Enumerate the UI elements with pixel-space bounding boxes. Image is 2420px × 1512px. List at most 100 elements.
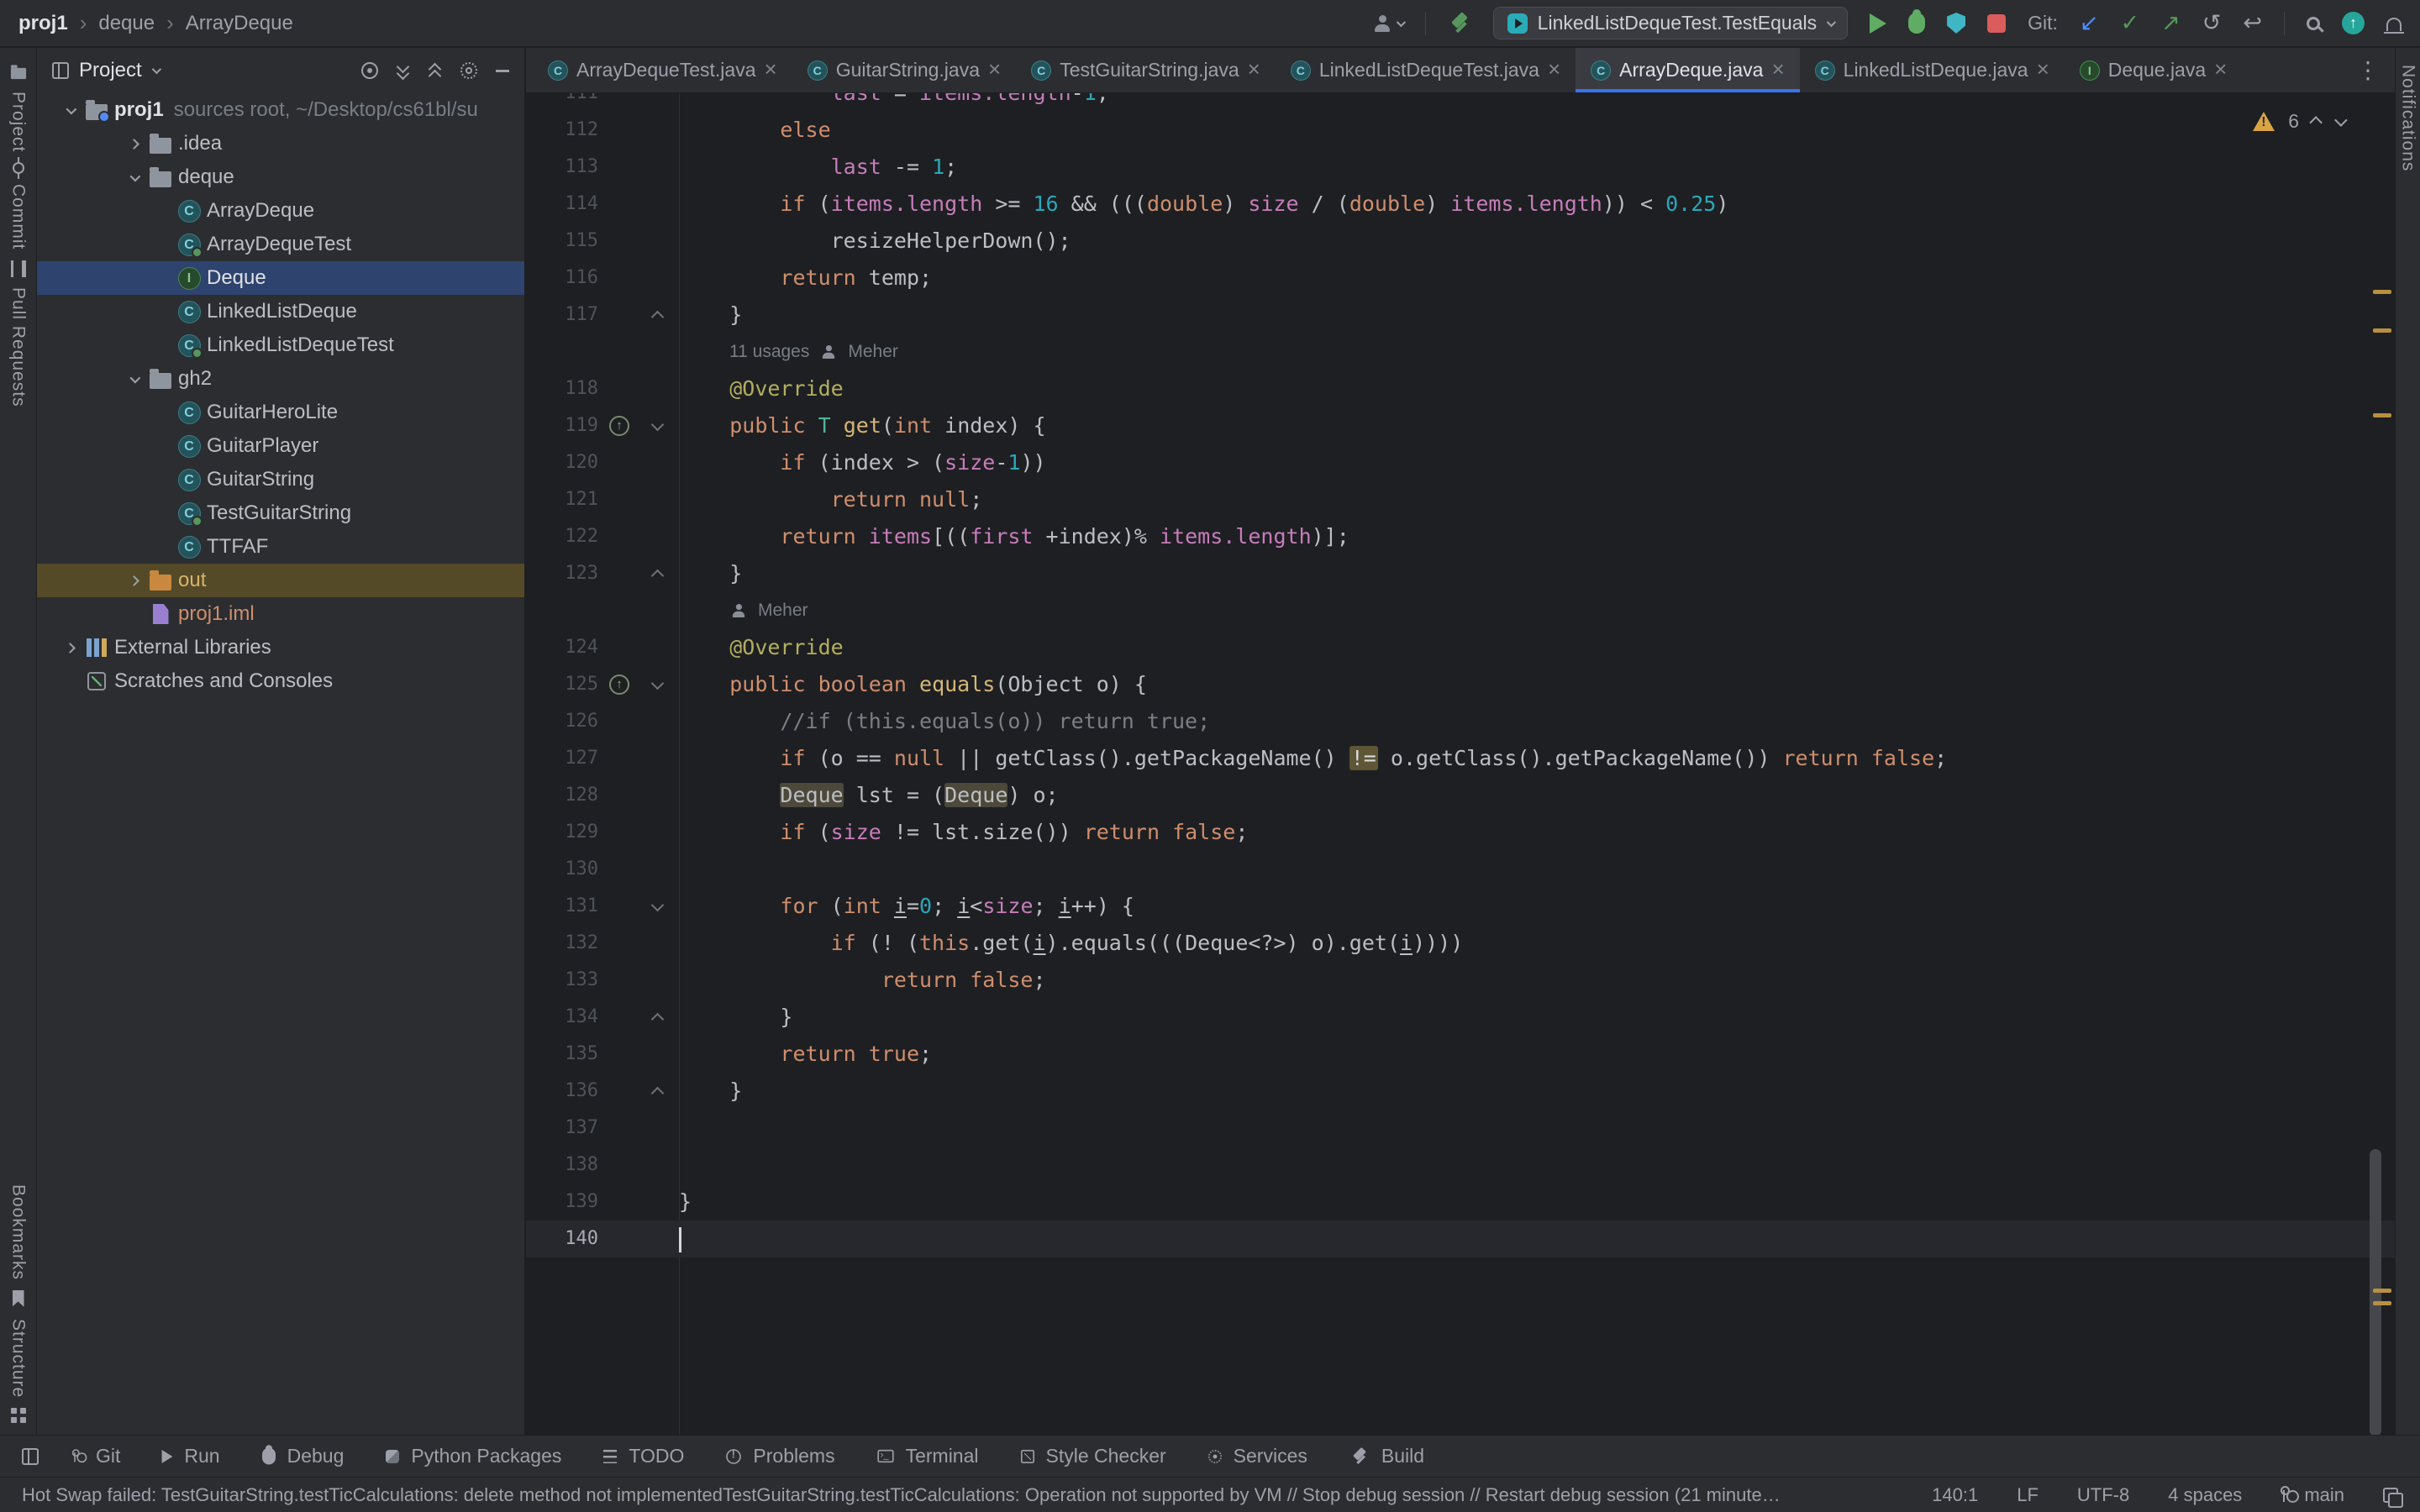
toolwindow-button-style-checker[interactable]: Style Checker	[999, 1436, 1186, 1477]
line-number[interactable]: 134	[526, 999, 598, 1036]
code-line[interactable]: 130	[526, 851, 2395, 888]
vcs-push-icon[interactable]	[2161, 12, 2181, 34]
code-line[interactable]: 116 return temp;	[526, 260, 2395, 297]
overrides-method-icon[interactable]	[609, 675, 629, 695]
line-number[interactable]: 112	[526, 112, 598, 149]
fold-open-icon[interactable]	[650, 898, 664, 911]
line-number[interactable]: 119	[526, 407, 598, 444]
warning-stripe-mark[interactable]	[2373, 1301, 2391, 1305]
warning-stripe-mark[interactable]	[2373, 328, 2391, 333]
tree-item-ttfaf[interactable]: CTTFAF	[37, 530, 524, 564]
fold-close-icon[interactable]	[650, 569, 664, 582]
breadcrumb-item[interactable]: proj1	[18, 12, 68, 35]
search-icon[interactable]	[2307, 17, 2320, 30]
git-branch-widget[interactable]: main	[2281, 1484, 2344, 1506]
tab-arraydequetest-java[interactable]: CArrayDequeTest.java	[533, 48, 792, 92]
line-number[interactable]: 121	[526, 481, 598, 518]
line-number[interactable]: 125	[526, 666, 598, 703]
code-line[interactable]: 111 last = items.length-1;	[526, 93, 2395, 112]
tree-chevron-icon[interactable]	[121, 174, 146, 181]
code-line[interactable]: 119 public T get(int index) {	[526, 407, 2395, 444]
hide-icon[interactable]	[496, 70, 509, 72]
code-line[interactable]: 132 if (! (this.get(i).equals(((Deque<?>…	[526, 925, 2395, 962]
toolwindow-button-services[interactable]: Services	[1186, 1436, 1328, 1477]
toolwindow-button-problems[interactable]: Problems	[704, 1436, 855, 1477]
code-line[interactable]: 136 }	[526, 1073, 2395, 1110]
code-line[interactable]: 115 resizeHelperDown();	[526, 223, 2395, 260]
toolwindow-button-todo[interactable]: TODO	[581, 1436, 704, 1477]
line-number[interactable]: 117	[526, 297, 598, 333]
line-number[interactable]: 123	[526, 555, 598, 592]
fold-close-icon[interactable]	[650, 1086, 664, 1100]
breadcrumb-item[interactable]: deque	[98, 12, 155, 35]
close-icon[interactable]	[988, 59, 1001, 81]
stripe-button-pull-requests[interactable]: Pull Requests	[8, 260, 29, 407]
tab-linkedlistdeque-java[interactable]: CLinkedListDeque.java	[1800, 48, 2065, 92]
line-number[interactable]: 129	[526, 814, 598, 851]
toolwindow-button-run[interactable]: Run	[140, 1436, 239, 1477]
run-configuration-selector[interactable]: LinkedListDequeTest.TestEquals	[1493, 7, 1848, 39]
chevron-down-icon[interactable]	[151, 65, 160, 74]
line-number[interactable]: 140	[526, 1221, 598, 1257]
expand-all-icon[interactable]	[397, 62, 410, 79]
code-line[interactable]: 125 public boolean equals(Object o) {	[526, 666, 2395, 703]
caret-position-widget[interactable]: 140:1	[1932, 1484, 1978, 1506]
tab-testguitarstring-java[interactable]: CTestGuitarString.java	[1016, 48, 1276, 92]
line-number[interactable]: 127	[526, 740, 598, 777]
line-number[interactable]: 118	[526, 370, 598, 407]
vcs-update-icon[interactable]	[2080, 12, 2099, 34]
code-line[interactable]: 122 return items[((first +index)% items.…	[526, 518, 2395, 555]
gear-icon[interactable]	[460, 62, 477, 79]
fold-open-icon[interactable]	[650, 676, 664, 690]
line-number[interactable]: 120	[526, 444, 598, 481]
tab-linkedlistdequetest-java[interactable]: CLinkedListDequeTest.java	[1276, 48, 1576, 92]
warning-stripe-mark[interactable]	[2373, 413, 2391, 417]
line-number[interactable]: 115	[526, 223, 598, 260]
fold-close-icon[interactable]	[650, 310, 664, 323]
tree-item-guitarstring[interactable]: CGuitarString	[37, 463, 524, 496]
close-icon[interactable]	[2214, 59, 2227, 81]
tab-overflow-icon[interactable]	[2341, 56, 2395, 84]
close-icon[interactable]	[765, 59, 777, 81]
tree-chevron-icon[interactable]	[57, 644, 82, 652]
run-button[interactable]	[1870, 13, 1886, 34]
line-number[interactable]: 135	[526, 1036, 598, 1073]
code-line[interactable]: 134 }	[526, 999, 2395, 1036]
debug-button[interactable]	[1908, 13, 1925, 34]
code-line[interactable]: 120 if (index > (size-1))	[526, 444, 2395, 481]
ide-update-icon[interactable]	[2342, 12, 2365, 34]
line-number[interactable]: 130	[526, 851, 598, 888]
tab-deque-java[interactable]: IDeque.java	[2065, 48, 2243, 92]
toolwindow-button-git[interactable]: Git	[50, 1436, 140, 1477]
history-icon[interactable]	[2202, 12, 2222, 34]
close-icon[interactable]	[2037, 59, 2049, 81]
tree-item-scratches-and-consoles[interactable]: Scratches and Consoles	[37, 664, 524, 698]
encoding-widget[interactable]: UTF-8	[2077, 1484, 2129, 1506]
coverage-button[interactable]	[1947, 13, 1965, 34]
code-line[interactable]: 127 if (o == null || getClass().getPacka…	[526, 740, 2395, 777]
tree-item-deque[interactable]: IDeque	[37, 261, 524, 295]
code-line[interactable]: 131 for (int i=0; i<size; i++) {	[526, 888, 2395, 925]
code-line[interactable]: 135 return true;	[526, 1036, 2395, 1073]
line-number[interactable]: 126	[526, 703, 598, 740]
overrides-method-icon[interactable]	[609, 416, 629, 436]
indent-widget[interactable]: 4 spaces	[2168, 1484, 2242, 1506]
code-line[interactable]: 129 if (size != lst.size()) return false…	[526, 814, 2395, 851]
status-extra-icon[interactable]	[2383, 1488, 2398, 1503]
tree-item-gh2[interactable]: gh2	[37, 362, 524, 396]
line-number[interactable]: 132	[526, 925, 598, 962]
toolwindow-button-debug[interactable]: Debug	[240, 1436, 365, 1477]
tree-item-proj1-iml[interactable]: proj1.iml	[37, 597, 524, 631]
code-line[interactable]: 139}	[526, 1184, 2395, 1221]
line-number[interactable]: 136	[526, 1073, 598, 1110]
code-line[interactable]: 114 if (items.length >= 16 && (((double)…	[526, 186, 2395, 223]
code-line[interactable]: 140	[526, 1221, 2395, 1257]
tab-guitarstring-java[interactable]: CGuitarString.java	[792, 48, 1017, 92]
stripe-button-commit[interactable]: Commit	[8, 162, 29, 249]
stripe-button-structure[interactable]: Structure	[8, 1319, 29, 1423]
code-vision-hint[interactable]: Meher	[679, 601, 808, 621]
author-hint[interactable]: Meher	[758, 601, 808, 621]
tab-arraydeque-java[interactable]: CArrayDeque.java	[1576, 48, 1800, 92]
close-icon[interactable]	[1248, 59, 1260, 81]
rollback-icon[interactable]	[2243, 12, 2262, 34]
